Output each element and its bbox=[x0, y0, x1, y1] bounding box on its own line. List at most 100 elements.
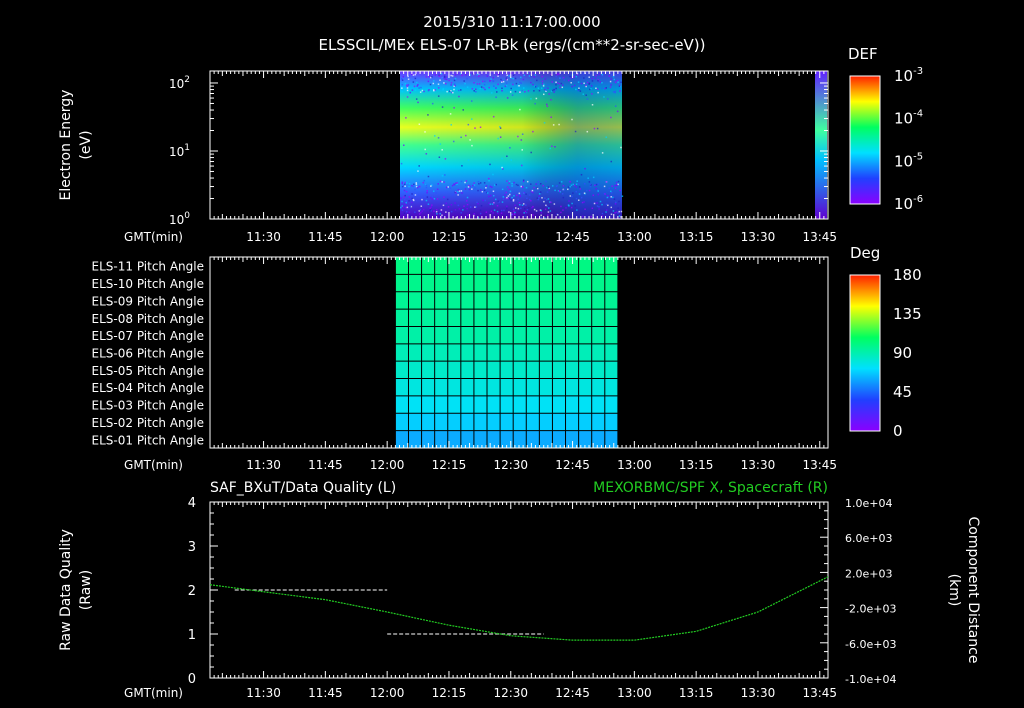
time-tick-label: 13:00 bbox=[617, 686, 652, 700]
pitch-row-cell bbox=[395, 274, 618, 292]
pitch-row-label: ELS-10 Pitch Angle bbox=[92, 277, 204, 291]
quality-left-tick-label: 2 bbox=[188, 584, 196, 599]
time-tick-label: 13:30 bbox=[741, 458, 776, 472]
time-tick-label: 12:15 bbox=[432, 686, 467, 700]
pitch-row-label: ELS-06 Pitch Angle bbox=[92, 347, 204, 361]
time-tick-label: 11:45 bbox=[308, 458, 343, 472]
quality-panel: SAF_BXuT/Data Quality (L) MEXORBMC/SPF X… bbox=[58, 480, 981, 700]
pitch-row-cell bbox=[395, 378, 618, 396]
time-axis-label-3: GMT(min) bbox=[124, 686, 183, 700]
time-tick-label: 13:45 bbox=[802, 686, 837, 700]
quality-left-tick-label: 3 bbox=[188, 540, 196, 555]
pitch-row-label: ELS-11 Pitch Angle bbox=[92, 260, 204, 274]
pitch-row-labels: ELS-11 Pitch Angle ELS-10 Pitch Angle ELS-… bbox=[92, 260, 204, 448]
quality-series bbox=[209, 576, 829, 679]
def-colorbar-labels: 10-3 10-4 10-5 10-6 bbox=[894, 66, 923, 213]
def-colorbar-ramp bbox=[849, 75, 881, 205]
spectrogram-time-labels: 11:30 11:45 12:00 12:15 12:30 12:45 13:00 13:15… bbox=[246, 230, 837, 244]
time-tick-label: 12:30 bbox=[493, 686, 528, 700]
pitch-angle-panel: ELS-11 Pitch Angle ELS-10 Pitch Angle ELS-… bbox=[92, 256, 837, 472]
quality-right-tick-label: 1.0e+04 bbox=[845, 497, 892, 510]
time-tick-label: 12:45 bbox=[555, 458, 590, 472]
pitch-row-cell bbox=[395, 395, 618, 414]
pitch-row-label: ELS-05 Pitch Angle bbox=[92, 364, 204, 378]
pitch-row-label: ELS-01 Pitch Angle bbox=[92, 433, 204, 447]
pitch-row-label: ELS-08 Pitch Angle bbox=[92, 312, 204, 326]
spacecraft-x-line bbox=[209, 576, 829, 641]
time-tick-label: 13:15 bbox=[679, 230, 714, 244]
deg-colorbar-ramp bbox=[849, 274, 881, 432]
time-tick-label: 12:45 bbox=[555, 686, 590, 700]
quality-right-tick-labels: -1.0e+04 -6.0e+03 -2.0e+03 2.0e+03 6.0e+03 1.… bbox=[845, 497, 896, 686]
time-tick-label: 12:00 bbox=[370, 686, 405, 700]
quality-left-tick-label: 0 bbox=[188, 672, 196, 687]
deg-colorbar-label: 180 bbox=[893, 266, 922, 284]
quality-right-tick-label: -6.0e+03 bbox=[845, 638, 896, 651]
pitch-row-cell bbox=[395, 343, 618, 362]
pitch-row-label: ELS-04 Pitch Angle bbox=[92, 381, 204, 395]
quality-left-tick-labels: 0 1 2 3 4 bbox=[188, 496, 196, 687]
deg-colorbar-label: 90 bbox=[893, 344, 912, 362]
time-tick-label: 13:15 bbox=[679, 458, 714, 472]
time-tick-label: 11:45 bbox=[308, 230, 343, 244]
energy-tick-label: 101 bbox=[169, 143, 190, 159]
def-colorbar: DEF 10-3 10-4 10-5 10-6 bbox=[848, 45, 923, 213]
spectrogram-ylabel: Electron Energy bbox=[58, 90, 74, 201]
time-tick-label: 13:00 bbox=[617, 230, 652, 244]
time-tick-label: 13:00 bbox=[617, 458, 652, 472]
deg-colorbar-label: 0 bbox=[893, 422, 903, 440]
time-tick-label: 11:30 bbox=[246, 230, 281, 244]
quality-right-ylabel-unit: (km) bbox=[946, 574, 962, 607]
time-tick-label: 12:45 bbox=[555, 230, 590, 244]
time-tick-label: 12:30 bbox=[493, 458, 528, 472]
def-colorbar-title: DEF bbox=[848, 45, 878, 63]
pitch-row-cell bbox=[395, 291, 618, 310]
pitch-row-cell bbox=[395, 309, 618, 327]
pitch-row-label: ELS-02 Pitch Angle bbox=[92, 416, 204, 430]
time-tick-label: 13:45 bbox=[802, 458, 837, 472]
deg-colorbar-labels: 180 135 90 45 0 bbox=[893, 266, 922, 440]
time-tick-label: 11:45 bbox=[308, 686, 343, 700]
deg-colorbar-label: 135 bbox=[893, 305, 922, 323]
quality-left-ylabel-unit: (Raw) bbox=[78, 570, 94, 610]
quality-right-tick-label: 2.0e+03 bbox=[845, 567, 892, 580]
time-axis-label-1: GMT(min) bbox=[124, 230, 183, 244]
pitch-row-cell bbox=[395, 361, 618, 379]
energy-tick-label: 100 bbox=[169, 211, 190, 227]
quality-right-tick-label: -2.0e+03 bbox=[845, 603, 896, 616]
time-tick-label: 12:00 bbox=[370, 458, 405, 472]
time-tick-label: 12:30 bbox=[493, 230, 528, 244]
def-colorbar-label: 10-5 bbox=[894, 151, 923, 170]
quality-right-tick-label: -1.0e+04 bbox=[845, 673, 896, 686]
quality-right-ylabel: Component Distance bbox=[965, 517, 981, 664]
time-tick-label: 13:30 bbox=[741, 230, 776, 244]
def-colorbar-label: 10-6 bbox=[894, 194, 923, 213]
quality-time-labels: 11:30 11:45 12:00 12:15 12:30 12:45 13:00 13:15… bbox=[246, 686, 837, 700]
time-tick-label: 12:00 bbox=[370, 230, 405, 244]
pitch-time-labels: 11:30 11:45 12:00 12:15 12:30 12:45 13:00 13:15… bbox=[246, 458, 837, 472]
quality-left-ylabel: Raw Data Quality bbox=[58, 529, 74, 651]
pitch-row-label: ELS-07 Pitch Angle bbox=[92, 329, 204, 343]
deg-colorbar: Deg 180 135 90 45 0 bbox=[849, 244, 922, 440]
time-tick-label: 13:45 bbox=[802, 230, 837, 244]
quality-left-tick-label: 1 bbox=[188, 628, 196, 643]
def-colorbar-label: 10-3 bbox=[894, 66, 923, 85]
def-colorbar-label: 10-4 bbox=[894, 109, 923, 128]
quality-right-tick-label: 6.0e+03 bbox=[845, 532, 892, 545]
time-tick-label: 11:30 bbox=[246, 686, 281, 700]
quality-left-title: SAF_BXuT/Data Quality (L) bbox=[210, 480, 396, 496]
spectrogram-panel: 100101102 Electron Energy (eV) GMT(min) … bbox=[58, 70, 837, 244]
pitch-angle-cells bbox=[395, 257, 618, 448]
pitch-row-cell bbox=[395, 326, 618, 344]
quality-left-tick-label: 4 bbox=[188, 496, 196, 511]
time-tick-label: 13:30 bbox=[741, 686, 776, 700]
time-axis-label-2: GMT(min) bbox=[124, 458, 183, 472]
energy-tick-label: 102 bbox=[169, 75, 190, 91]
spectrogram-ylabel-unit: (eV) bbox=[78, 130, 94, 159]
pitch-row-cell bbox=[395, 413, 618, 431]
quality-right-title: MEXORBMC/SPF X, Spacecraft (R) bbox=[593, 480, 828, 496]
pitch-row-label: ELS-03 Pitch Angle bbox=[92, 399, 204, 413]
spectrogram-decay-shading bbox=[400, 71, 622, 219]
time-tick-label: 11:30 bbox=[246, 458, 281, 472]
pitch-row-label: ELS-09 Pitch Angle bbox=[92, 294, 204, 308]
